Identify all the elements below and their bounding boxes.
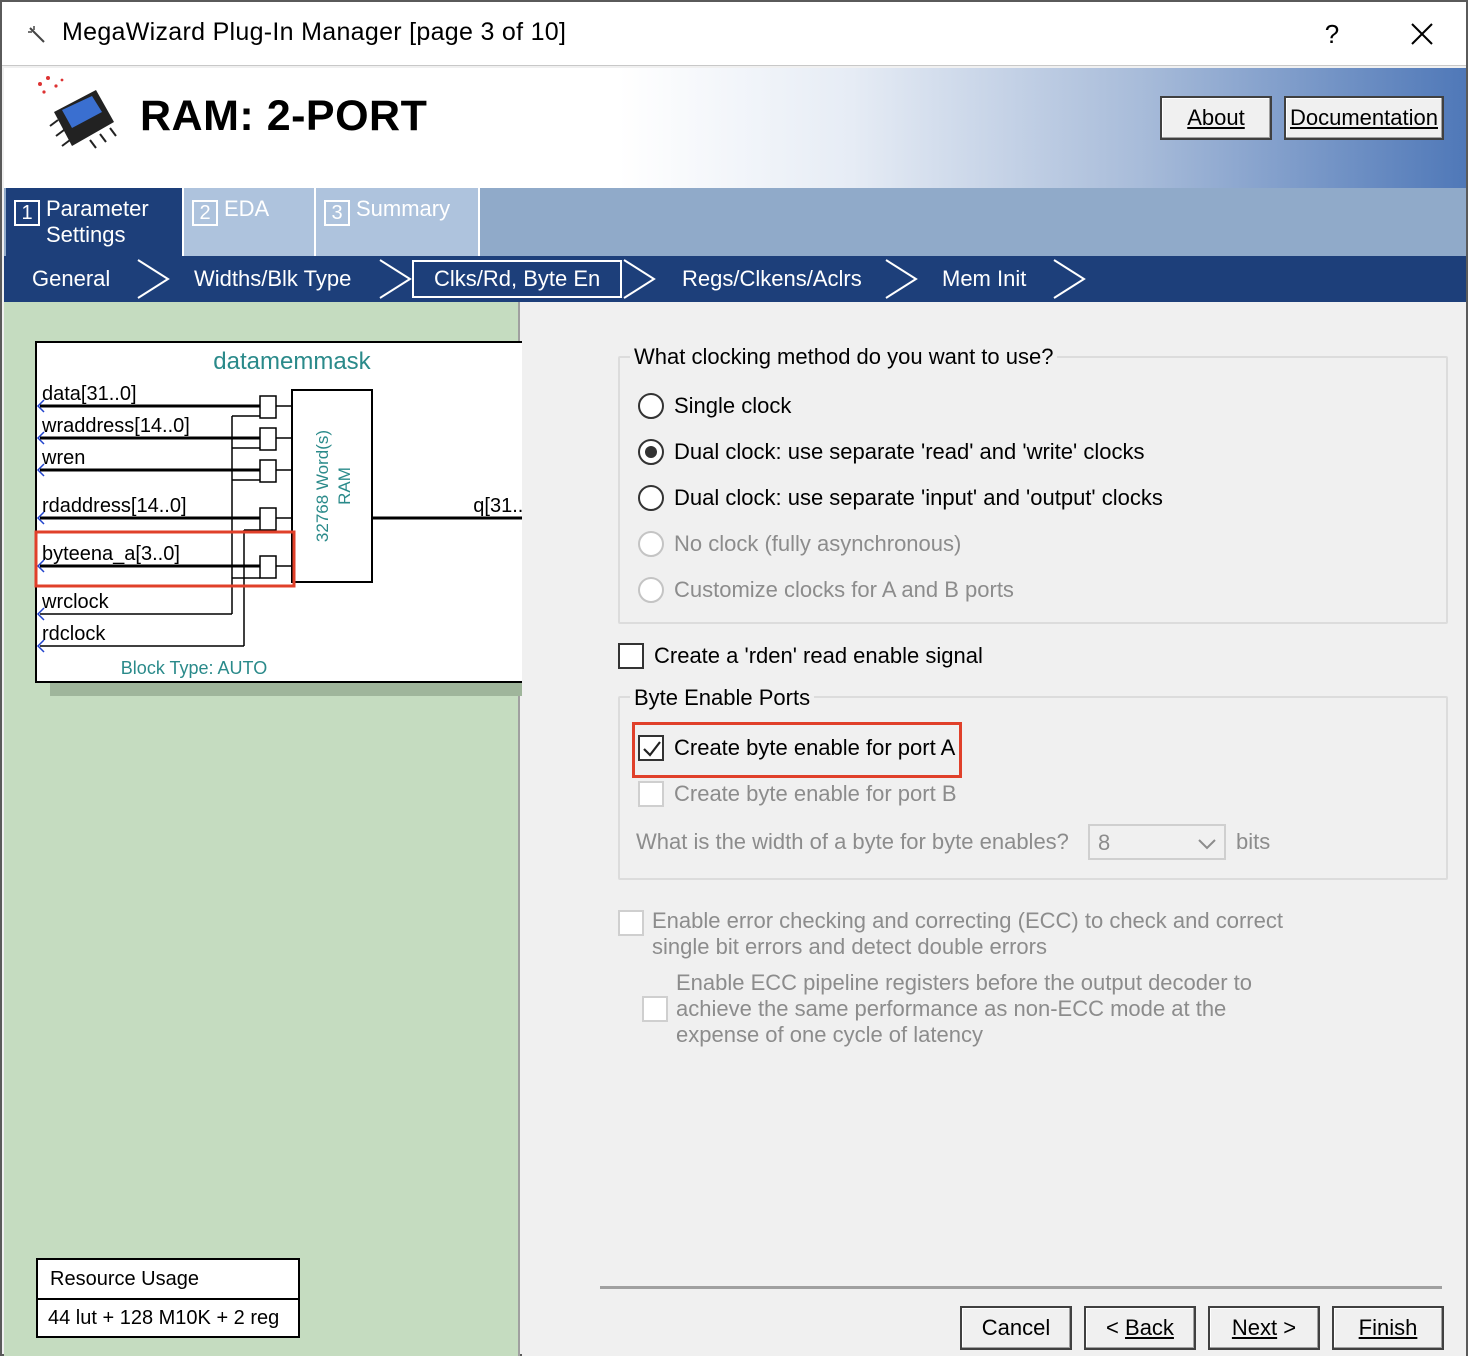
next-button[interactable]: Next > [1208,1306,1320,1350]
radio-button-selected[interactable] [638,439,664,465]
parameter-panel: What clocking method do you want to use?… [522,302,1466,1356]
documentation-label: Documentation [1290,105,1438,130]
ecc-label: Enable error checking and correcting (EC… [652,908,1283,960]
byte-enable-port-b-checkbox [638,781,664,807]
byte-width-select: 8 [1088,824,1226,860]
step-label: Parameter Settings [46,196,149,248]
about-label: About [1187,105,1245,130]
wand-icon [28,26,45,43]
resource-usage-value: 44 lut + 128 M10K + 2 reg [48,1307,280,1329]
port-a-highlight [632,722,962,778]
megafunction-title: RAM: 2-PORT [140,92,428,140]
rden-checkbox[interactable] [618,643,644,669]
clocking-question: What clocking method do you want to use? [630,344,1058,370]
next-suffix: > [1277,1315,1297,1340]
ecc-pipeline-line2: achieve the same performance as non-ECC … [676,996,1227,1021]
radio-button[interactable] [638,393,664,419]
ecc-label-line2: single bit errors and detect double erro… [652,934,1047,959]
subtab-bar: General Widths/Blk Type Clks/Rd, Byte En… [4,256,1466,302]
step-number: 2 [192,200,218,226]
ecc-pipeline-line1: Enable ECC pipeline registers before the… [676,970,1253,995]
step-label: Summary [356,196,451,221]
finish-button[interactable]: Finish [1332,1306,1444,1350]
documentation-button[interactable]: Documentation [1284,96,1444,140]
ram-words-label: 32768 Word(s) [313,430,332,542]
subtab-general[interactable]: General [32,256,110,302]
tab-eda[interactable]: 2 EDA [182,188,316,256]
next-label: Next [1231,1315,1278,1340]
step-label-line1: Parameter [46,196,149,221]
footer-divider [600,1286,1442,1289]
resource-usage-box: Resource Usage 44 lut + 128 M10K + 2 reg [36,1258,300,1338]
ecc-checkbox [618,910,644,936]
byte-enable-title: Byte Enable Ports [630,685,815,711]
radio-label: Single clock [674,393,792,418]
port-data: data[31..0] [42,383,137,405]
radio-button-disabled [638,531,664,557]
title-bar: MegaWizard Plug-In Manager [page 3 of 10… [2,2,1466,66]
about-button[interactable]: About [1160,96,1272,140]
port-wraddress: wraddress[14..0] [41,415,190,437]
close-icon[interactable] [1400,14,1444,54]
step-number: 1 [14,200,40,226]
rden-label: Create a 'rden' read enable signal [654,643,983,668]
byte-enable-port-b-label: Create byte enable for port B [674,781,957,806]
radio-label: Customize clocks for A and B ports [674,577,1014,602]
radio-label: Dual clock: use separate 'input' and 'ou… [674,485,1163,510]
symbol-preview-panel: datamemmask 32768 Word(s) RAM data[31..0… [4,302,566,1356]
ram-type-label: RAM [335,467,354,505]
resource-usage-title: Resource Usage [38,1260,298,1300]
tab-parameter-settings[interactable]: 1 Parameter Settings [6,188,182,256]
ecc-pipeline-checkbox [642,996,668,1022]
subtab-regs-clkens-aclrs[interactable]: Regs/Clkens/Aclrs [682,256,862,302]
back-prefix: < [1106,1315,1126,1340]
back-label: Back [1125,1315,1174,1340]
step-number: 3 [324,200,350,226]
ram-symbol-diagram: datamemmask 32768 Word(s) RAM data[31..0… [34,341,566,696]
step-label-line2: Settings [46,222,126,247]
help-button[interactable]: ? [1314,14,1350,54]
port-byteena-a: byteena_a[3..0] [42,543,180,565]
byte-width-value: 8 [1098,830,1111,855]
port-rdaddress: rdaddress[14..0] [42,495,187,517]
step-label: EDA [224,196,270,221]
wizard-banner: RAM: 2-PORT About Documentation [4,68,1466,188]
megawizard-window: MegaWizard Plug-In Manager [page 3 of 10… [0,0,1468,1356]
byte-width-question: What is the width of a byte for byte ena… [636,829,1069,854]
tab-summary[interactable]: 3 Summary [316,188,480,256]
chevron-right-icon [623,259,656,299]
cancel-button[interactable]: Cancel [960,1306,1072,1350]
symbol-instance-name: datamemmask [213,348,371,375]
block-type-label: Block Type: AUTO [121,658,267,678]
ecc-pipeline-line3: expense of one cycle of latency [676,1022,983,1047]
radio-button-disabled [638,577,664,603]
back-button[interactable]: < Back [1084,1306,1196,1350]
ram-core-block [291,389,373,583]
subtab-widths-blk-type[interactable]: Widths/Blk Type [194,256,351,302]
window-title: MegaWizard Plug-In Manager [page 3 of 10… [62,18,567,46]
subtab-mem-init[interactable]: Mem Init [942,256,1026,302]
port-wren: wren [41,447,85,469]
finish-label: Finish [1358,1315,1418,1340]
chevron-right-icon [379,259,412,299]
ecc-label-line1: Enable error checking and correcting (EC… [652,908,1283,933]
ecc-pipeline-label: Enable ECC pipeline registers before the… [676,970,1252,1048]
radio-label: Dual clock: use separate 'read' and 'wri… [674,439,1145,464]
radio-button[interactable] [638,485,664,511]
chevron-right-icon [1053,259,1086,299]
chevron-down-icon [1198,839,1216,850]
subtab-clks-rd-byte-en[interactable]: Clks/Rd, Byte En [412,260,623,298]
chip-logo-icon [38,76,117,149]
chevron-right-icon [885,259,918,299]
step-tabs: 1 Parameter Settings 2 EDA 3 Summary [4,188,1466,256]
byte-width-unit: bits [1236,829,1271,854]
chevron-right-icon [137,259,170,299]
port-rdclock: rdclock [42,623,106,645]
port-wrclock: wrclock [41,591,110,613]
radio-label: No clock (fully asynchronous) [674,531,962,556]
